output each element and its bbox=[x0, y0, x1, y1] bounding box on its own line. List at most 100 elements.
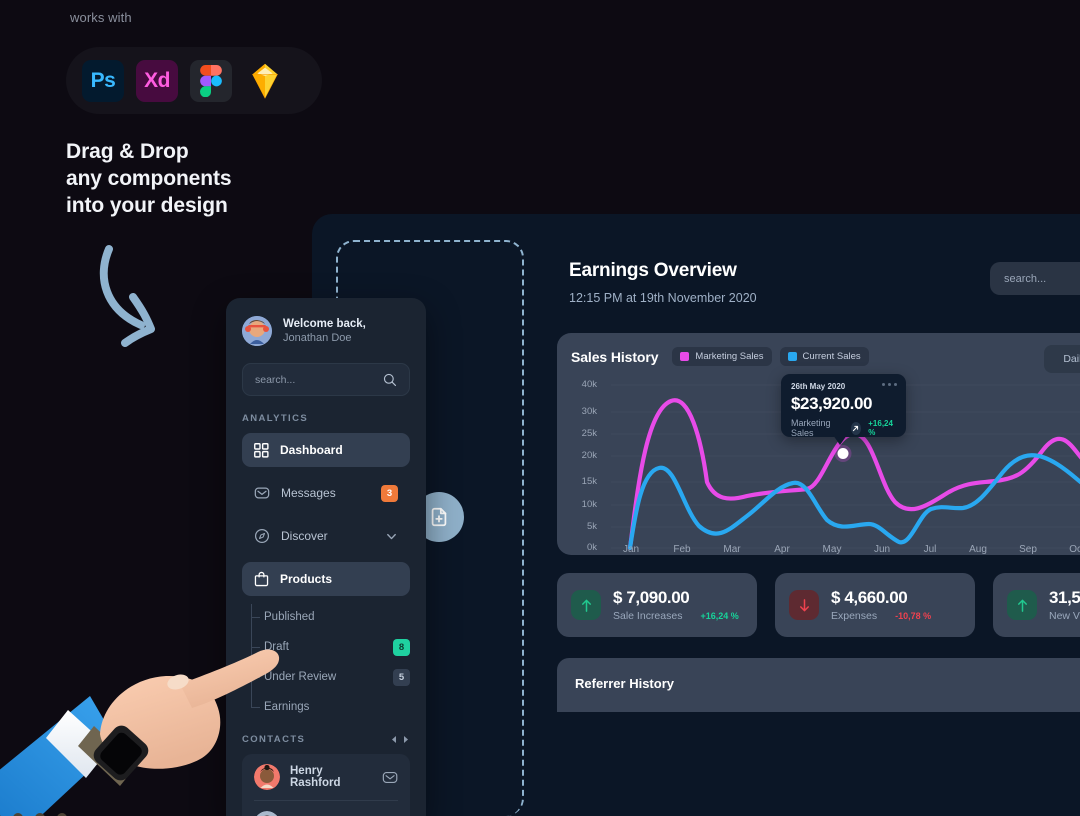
stat-card-new-visitors[interactable]: 31,5 New Visi bbox=[993, 573, 1080, 637]
tooltip-delta: +16,24 % bbox=[868, 419, 893, 437]
y-tick-4: 15k bbox=[581, 476, 597, 487]
promo-headline-line-1: Drag & Drop bbox=[66, 140, 189, 163]
promo-headline: Drag & Drop any components into your des… bbox=[66, 140, 406, 218]
referrer-history-title: Referrer History bbox=[575, 676, 674, 691]
arrow-up-right-icon bbox=[850, 421, 862, 435]
photoshop-logo-label: Ps bbox=[90, 68, 116, 92]
arrow-up-icon bbox=[1007, 590, 1037, 620]
legend-label-current-sales: Current Sales bbox=[802, 351, 861, 362]
y-tick-7: 0k bbox=[586, 542, 597, 553]
sidebar-item-label: Products bbox=[280, 572, 333, 586]
stat-meta: Expenses -10,78 % bbox=[831, 610, 931, 622]
x-tick-may: May bbox=[822, 544, 842, 555]
sidebar-search-placeholder: search... bbox=[255, 373, 296, 386]
stat-card-body: $ 7,090.00 Sale Increases +16,24 % bbox=[613, 588, 739, 622]
y-tick-6: 5k bbox=[586, 521, 597, 532]
chart-tooltip: 26th May 2020 $23,920.00 Marketing Sales… bbox=[781, 374, 906, 445]
sales-history-card: Sales History Marketing Sales Current Sa… bbox=[557, 333, 1080, 555]
works-with-label: works with bbox=[70, 10, 132, 25]
caret-left-icon[interactable] bbox=[390, 735, 398, 744]
sidebar-user[interactable]: Welcome back, Jonathan Doe bbox=[242, 316, 410, 346]
figma-logo bbox=[190, 59, 232, 102]
x-tick-jan: Jan bbox=[622, 544, 640, 555]
legend-label-marketing-sales: Marketing Sales bbox=[695, 351, 764, 362]
chart-header: Sales History Marketing Sales Current Sa… bbox=[571, 345, 1080, 373]
arrow-up-icon bbox=[571, 590, 601, 620]
stat-delta: -10,78 % bbox=[895, 611, 932, 621]
chart-plot-area: 40k 30k 25k 20k 15k 10k 5k 0k 26th May 2… bbox=[571, 374, 1080, 555]
stat-cards: $ 7,090.00 Sale Increases +16,24 % $ 4,6… bbox=[557, 573, 1080, 637]
contact-name: Henry Rashford bbox=[290, 765, 341, 789]
contacts-pagination bbox=[390, 735, 410, 744]
sidebar-section-analytics: ANALYTICS bbox=[242, 413, 309, 424]
stat-card-body: $ 4,660.00 Expenses -10,78 % bbox=[831, 588, 931, 622]
arrow-down-icon bbox=[789, 590, 819, 620]
adobe-xd-logo-label: Xd bbox=[144, 68, 170, 92]
search-icon[interactable] bbox=[383, 373, 397, 387]
status-badge: 5 bbox=[393, 668, 410, 686]
sidebar-item-dashboard[interactable]: Dashboard bbox=[242, 433, 410, 467]
x-tick-mar: Mar bbox=[723, 544, 741, 555]
sketch-glyph bbox=[252, 63, 278, 99]
sidebar-item-messages[interactable]: Messages 3 bbox=[242, 476, 410, 510]
y-tick-5: 10k bbox=[581, 499, 597, 510]
stat-delta: +16,24 % bbox=[700, 611, 739, 621]
status-badge: 8 bbox=[393, 638, 410, 656]
y-tick-0: 40k bbox=[581, 379, 597, 390]
x-tick-jul: Jul bbox=[923, 544, 937, 555]
caret-right-icon[interactable] bbox=[402, 735, 410, 744]
envelope-icon[interactable] bbox=[382, 769, 398, 786]
legend-swatch-marketing-sales bbox=[680, 352, 690, 361]
sidebar-item-label: Dashboard bbox=[280, 443, 343, 457]
arrow-up-glyph bbox=[581, 599, 591, 612]
y-tick-1: 30k bbox=[581, 406, 597, 417]
chart-range-label: Daily bbox=[1063, 353, 1080, 365]
sidebar-item-label: Discover bbox=[281, 529, 328, 543]
y-tick-3: 20k bbox=[581, 450, 597, 461]
legend-item-marketing-sales[interactable]: Marketing Sales bbox=[672, 347, 772, 366]
x-tick-jun: Jun bbox=[873, 544, 891, 555]
grid-icon bbox=[254, 442, 269, 458]
stat-meta: New Visi bbox=[1049, 610, 1080, 622]
stat-label: New Visi bbox=[1049, 610, 1080, 622]
referrer-history-card: Referrer History bbox=[557, 658, 1080, 712]
sketch-logo bbox=[244, 60, 286, 102]
chart-title: Sales History bbox=[571, 348, 659, 365]
chart-legend: Marketing Sales Current Sales bbox=[672, 347, 869, 366]
compass-icon bbox=[254, 528, 270, 544]
curved-arrow-down-right-icon bbox=[99, 245, 155, 347]
stat-meta: Sale Increases +16,24 % bbox=[613, 610, 739, 622]
legend-item-current-sales[interactable]: Current Sales bbox=[779, 347, 869, 366]
stat-value: $ 7,090.00 bbox=[613, 588, 690, 607]
x-tick-oct: Oct bbox=[1069, 544, 1080, 555]
sidebar-item-discover[interactable]: Discover bbox=[242, 519, 410, 553]
adobe-xd-logo: Xd bbox=[136, 59, 178, 102]
dashboard-search-input[interactable]: search... bbox=[990, 262, 1080, 295]
stat-card-expenses[interactable]: $ 4,660.00 Expenses -10,78 % bbox=[775, 573, 975, 637]
sidebar-subitem-label: Published bbox=[264, 611, 315, 623]
dashboard-header: Earnings Overview 12:15 PM at 19th Novem… bbox=[545, 214, 1080, 305]
tooltip-value: $23,920.00 bbox=[791, 394, 873, 413]
chevron-down-icon[interactable] bbox=[385, 530, 398, 543]
tooltip-date: 26th May 2020 bbox=[791, 382, 846, 391]
sidebar-search-input[interactable]: search... bbox=[242, 363, 410, 396]
app-root: works with Ps Xd Drag & Drop any compone… bbox=[0, 0, 1080, 816]
x-tick-aug: Aug bbox=[969, 544, 987, 555]
chart-active-point[interactable] bbox=[837, 448, 849, 459]
stat-card-sale-increases[interactable]: $ 7,090.00 Sale Increases +16,24 % bbox=[557, 573, 757, 637]
file-plus-glyph bbox=[431, 507, 447, 527]
photoshop-logo: Ps bbox=[82, 59, 124, 102]
chart-range-selector[interactable]: Daily bbox=[1044, 345, 1080, 373]
dashboard-search-placeholder: search... bbox=[1004, 272, 1047, 285]
compatible-tools-pill: Ps Xd bbox=[66, 47, 322, 114]
welcome-label: Welcome back, bbox=[283, 318, 366, 330]
x-tick-apr: Apr bbox=[774, 544, 790, 555]
x-tick-sep: Sep bbox=[1019, 544, 1037, 555]
sidebar-item-products[interactable]: Products bbox=[242, 562, 410, 596]
sidebar-user-text: Welcome back, Jonathan Doe bbox=[283, 318, 366, 344]
stat-label: Sale Increases bbox=[613, 610, 683, 622]
user-name: Jonathan Doe bbox=[283, 332, 352, 344]
legend-swatch-current-sales bbox=[787, 352, 797, 361]
dots-icon[interactable] bbox=[882, 383, 897, 386]
sidebar-item-label: Messages bbox=[281, 486, 336, 500]
